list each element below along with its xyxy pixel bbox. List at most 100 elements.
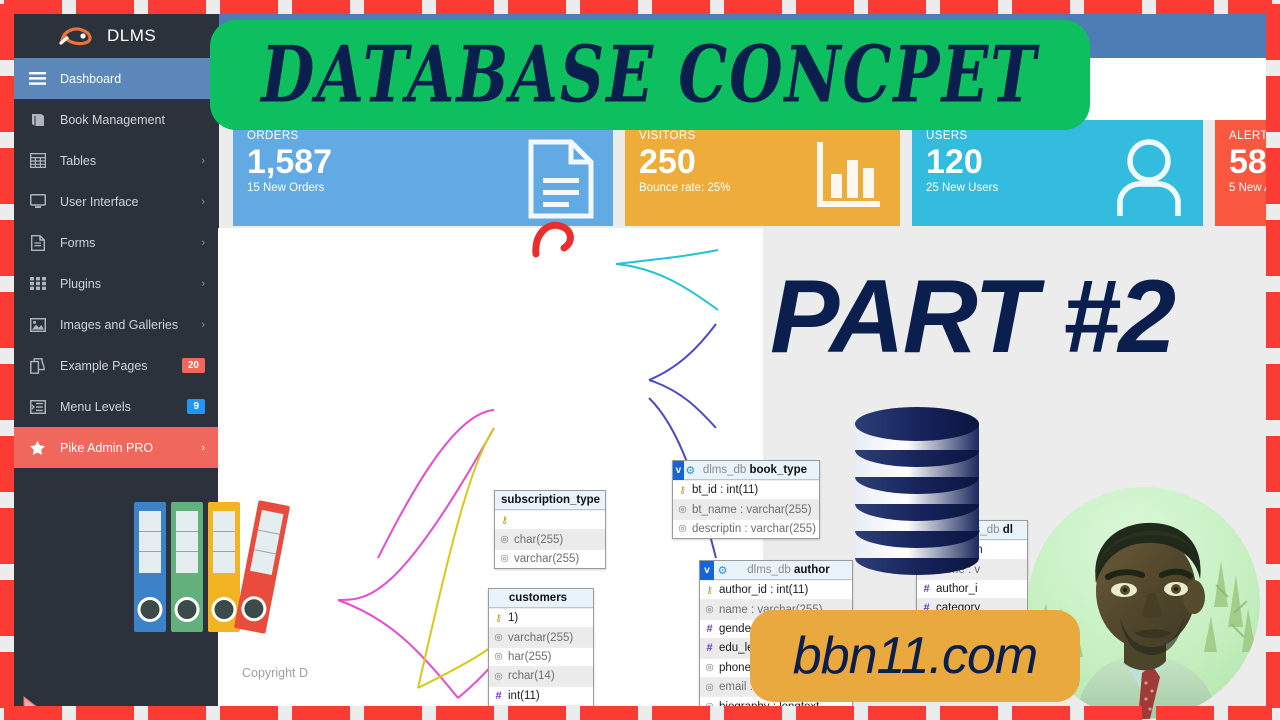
column-icon: ◎	[705, 662, 714, 674]
stat-card-users[interactable]: USERS 120 25 New Users	[912, 120, 1203, 226]
sidebar-item-label: User Interface	[60, 194, 139, 209]
sidebar-item-dashboard[interactable]: Dashboard	[14, 58, 219, 99]
watermark-text: bbn11.com	[792, 627, 1038, 685]
frame-dash-left	[0, 148, 14, 204]
gear-icon[interactable]: ⚙	[684, 461, 697, 480]
er-column-text: int(11)	[508, 689, 540, 702]
column-icon: ◎	[500, 553, 509, 565]
frame-dash-left	[0, 220, 14, 276]
screenshot-canvas: DLMS Dashboard Book Management Tables › User…	[0, 0, 1280, 720]
chevron-right-icon: ›	[201, 154, 205, 167]
foreign-key-icon: #	[706, 642, 713, 655]
er-column-row: ⚷ bt_id : int(11)	[673, 480, 819, 500]
er-table-header[interactable]: customers	[489, 589, 593, 608]
sidebar-item-label: Book Management	[60, 112, 165, 127]
frame-dash-right	[1266, 76, 1280, 132]
red-pen-annotation	[532, 221, 574, 258]
frame-dash-top	[364, 0, 422, 14]
frame-dash-right	[1266, 436, 1280, 492]
er-table-customers[interactable]: customers ⚷ 1) ◎ varchar(255) ◎ har(255) ◎ rchar…	[488, 588, 594, 706]
star-icon	[28, 438, 47, 457]
gear-icon[interactable]: ⚙	[714, 561, 731, 580]
binders-graphic	[134, 500, 294, 638]
er-column-row: ◎: varchar(255)	[489, 704, 593, 706]
frame-dash-bottom	[868, 706, 926, 720]
frame-dash-top	[796, 0, 854, 14]
binder-red	[233, 500, 291, 634]
frame-dash-left	[0, 364, 14, 420]
er-table-title: dlms_db author	[747, 564, 830, 576]
frame-dash-right	[1266, 292, 1280, 348]
column-icon: ◎	[494, 632, 503, 644]
binder-blue	[134, 502, 166, 632]
frame-dash-bottom	[940, 706, 998, 720]
frame-dash-bottom	[436, 706, 494, 720]
frame-dash-top	[1084, 0, 1142, 14]
column-icon: ◎	[494, 670, 503, 682]
sidebar-item-images-and-galleries[interactable]: Images and Galleries ›	[14, 304, 219, 345]
er-table-header[interactable]: v ⚙ dlms_db author	[700, 560, 852, 580]
sidebar-menu: Dashboard Book Management Tables › User Inte…	[14, 58, 219, 468]
frame-dash-top	[292, 0, 350, 14]
er-table-title: subscription_type	[501, 494, 601, 506]
frame-dash-bottom	[796, 706, 854, 720]
frame-dash-top	[580, 0, 638, 14]
stat-card-orders[interactable]: ORDERS 1,587 15 New Orders	[233, 120, 613, 226]
sidebar-item-user-interface[interactable]: User Interface ›	[14, 181, 219, 222]
title-text: DATABASE CONCPET	[261, 29, 1039, 121]
sidebar-item-menu-levels[interactable]: Menu Levels 9	[14, 386, 219, 427]
sidebar-item-label: Menu Levels	[60, 399, 131, 414]
frame-dash-bottom	[508, 706, 566, 720]
sidebar-item-book-management[interactable]: Book Management	[14, 99, 219, 140]
er-column-row: ◎ descriptin : varchar(255)	[673, 518, 819, 539]
chevron-right-icon: ›	[201, 236, 205, 249]
book-icon	[28, 110, 47, 129]
er-table-header[interactable]: v ⚙ dlms_db book_type	[673, 460, 819, 480]
chevron-right-icon: ›	[201, 277, 205, 290]
er-table-subscription_type[interactable]: subscription_type ⚷ ◎ char(255) ◎ varchar(255…	[494, 490, 606, 570]
frame-dash-left	[0, 652, 14, 708]
sidebar-item-plugins[interactable]: Plugins ›	[14, 263, 219, 304]
frame-dash-bottom	[580, 706, 638, 720]
frame-dash-right	[1266, 652, 1280, 708]
er-table-header[interactable]: subscription_type	[495, 491, 605, 510]
column-icon: ◎	[494, 651, 503, 663]
frame-dash-right	[1266, 148, 1280, 204]
frame-dash-bottom	[148, 706, 206, 720]
sidebar-item-tables[interactable]: Tables ›	[14, 140, 219, 181]
column-icon: ◎	[705, 681, 714, 693]
user-icon	[1111, 138, 1187, 223]
copy-icon	[28, 356, 47, 375]
watermark-badge: bbn11.com	[750, 610, 1080, 702]
column-icon: ◎	[500, 534, 509, 546]
er-column-text: har(255)	[508, 650, 552, 663]
er-column-text: varchar(255)	[514, 552, 580, 565]
frame-dash-bottom	[724, 706, 782, 720]
frame-dash-top	[1228, 0, 1272, 14]
frame-dash-bottom	[4, 706, 62, 720]
er-table-book_type[interactable]: v ⚙ dlms_db book_type ⚷ bt_id : int(11) ◎ bt_n…	[672, 460, 820, 540]
er-column-text: 1)	[508, 612, 519, 625]
frame-dash-right	[1266, 364, 1280, 420]
sidebar-item-label: Tables	[60, 153, 97, 168]
dlms-logo-icon	[58, 23, 98, 49]
er-view-button[interactable]: v	[700, 560, 714, 580]
er-view-button[interactable]: v	[673, 460, 684, 480]
frame-dash-top	[148, 0, 206, 14]
sidebar-item-example-pages[interactable]: Example Pages 20	[14, 345, 219, 386]
primary-key-icon: ⚷	[495, 612, 502, 624]
stat-card-visitors[interactable]: VISITORS 250 Bounce rate: 25%	[625, 120, 900, 226]
er-column-text: bt_name : varchar(255)	[692, 503, 812, 516]
table-icon	[28, 151, 47, 170]
frame-dash-right	[1266, 580, 1280, 636]
column-icon: ◎	[678, 504, 687, 516]
sidebar-item-forms[interactable]: Forms ›	[14, 222, 219, 263]
frame-dash-top	[508, 0, 566, 14]
chevron-right-icon: ›	[201, 441, 205, 454]
frame-dash-left	[0, 508, 14, 564]
stat-card-alerts[interactable]: ALERTS 58 5 New Alerts	[1215, 120, 1266, 226]
frame-dash-left	[0, 76, 14, 132]
er-column-row: ◎ bt_name : varchar(255)	[673, 499, 819, 519]
sidebar-item-label: Forms	[60, 235, 96, 250]
sidebar-item-pike-admin-pro[interactable]: Pike Admin PRO ›	[14, 427, 219, 468]
